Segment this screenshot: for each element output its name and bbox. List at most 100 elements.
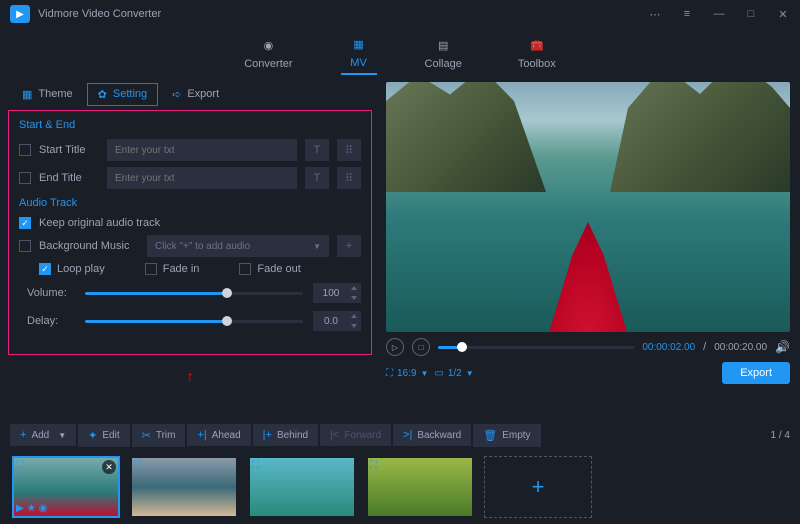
minimize-icon[interactable]: — <box>712 7 726 21</box>
edit-icon: ✦ <box>88 429 97 442</box>
loop-icon[interactable]: ◉ <box>39 503 48 514</box>
start-end-header: Start & End <box>19 119 361 131</box>
expand-icon[interactable]: ⛶ <box>252 460 259 471</box>
bg-music-checkbox[interactable] <box>19 240 31 252</box>
keep-original-checkbox[interactable] <box>19 217 31 229</box>
arrow-indicator-icon: ↑ <box>0 369 380 387</box>
thumbnail-4[interactable]: ⛶ <box>366 456 474 518</box>
feedback-icon[interactable]: ⋯ <box>648 7 662 21</box>
tab-mv[interactable]: ▦ MV <box>341 31 377 75</box>
empty-button[interactable]: 🗑Empty <box>473 424 540 447</box>
chevron-down-icon: ▼ <box>313 242 321 251</box>
video-preview[interactable] <box>386 82 790 332</box>
fade-in-checkbox[interactable] <box>145 263 157 275</box>
stop-button[interactable]: □ <box>412 338 430 356</box>
subtab-theme[interactable]: ▦ Theme <box>12 84 83 105</box>
behind-button[interactable]: |+Behind <box>253 424 318 446</box>
scissors-icon: ✂ <box>142 429 151 442</box>
expand-icon[interactable]: ⛶ <box>134 460 141 471</box>
expand-icon[interactable]: ⛶ <box>370 460 377 471</box>
add-button[interactable]: +Add▼ <box>10 424 76 446</box>
tab-converter[interactable]: ◉ Converter <box>236 32 300 74</box>
fade-out-checkbox[interactable] <box>239 263 251 275</box>
thumbnail-strip: ⛶ ✕ ▶★◉ ⛶ ⛶ ⛶ + <box>0 450 800 524</box>
behind-icon: |+ <box>263 429 272 441</box>
text-options-icon[interactable]: ⠿ <box>337 139 361 161</box>
end-title-checkbox[interactable] <box>19 172 31 184</box>
progress-slider[interactable] <box>438 346 634 349</box>
page-value: 1/2 <box>448 368 462 379</box>
text-options-icon[interactable]: ⠿ <box>337 167 361 189</box>
tab-toolbox[interactable]: 🧰 Toolbox <box>510 32 564 74</box>
subtab-label: Export <box>187 88 219 100</box>
page-indicator: 1 / 4 <box>771 430 790 441</box>
dropdown-placeholder: Click "+" to add audio <box>155 241 250 252</box>
page-selector[interactable]: ▭ 1/2 ▼ <box>434 368 473 379</box>
add-audio-button[interactable]: + <box>337 235 361 257</box>
delay-slider[interactable] <box>85 320 303 323</box>
remove-icon[interactable]: ✕ <box>102 460 116 474</box>
tab-collage[interactable]: ▤ Collage <box>417 32 470 74</box>
plus-icon: + <box>20 429 26 441</box>
fade-out-label: Fade out <box>257 263 300 275</box>
subtab-label: Theme <box>38 88 72 100</box>
play-button[interactable]: ▷ <box>386 338 404 356</box>
tab-label: Converter <box>244 58 292 70</box>
delay-spinner[interactable]: 0.0 <box>313 311 361 331</box>
star-icon[interactable]: ★ <box>27 503 36 514</box>
volume-slider[interactable] <box>85 292 303 295</box>
ahead-button[interactable]: +|Ahead <box>187 424 250 446</box>
tab-label: MV <box>350 57 367 69</box>
delay-label: Delay: <box>27 315 75 327</box>
export-button[interactable]: Export <box>722 362 790 384</box>
volume-icon[interactable]: 🔊 <box>775 340 790 354</box>
subtab-setting[interactable]: ✿ Setting <box>87 83 158 106</box>
aspect-value: 16:9 <box>397 368 416 379</box>
total-time: 00:00:20.00 <box>714 342 767 353</box>
add-clip-button[interactable]: + <box>484 456 592 518</box>
toolbox-icon: 🧰 <box>527 36 547 54</box>
start-title-checkbox[interactable] <box>19 144 31 156</box>
gear-icon: ✿ <box>98 88 107 101</box>
edit-button[interactable]: ✦Edit <box>78 424 129 447</box>
thumbnail-3[interactable]: ⛶ <box>248 456 356 518</box>
converter-icon: ◉ <box>258 36 278 54</box>
subtab-label: Setting <box>113 88 147 100</box>
theme-icon: ▦ <box>22 88 32 101</box>
forward-button[interactable]: |<Forward <box>320 424 391 446</box>
trim-button[interactable]: ✂Trim <box>132 424 186 447</box>
clip-toolbar: +Add▼ ✦Edit ✂Trim +|Ahead |+Behind |<For… <box>0 420 800 450</box>
volume-label: Volume: <box>27 287 75 299</box>
text-style-icon[interactable]: T <box>305 167 329 189</box>
start-title-input[interactable] <box>107 139 297 161</box>
loop-play-checkbox[interactable] <box>39 263 51 275</box>
bg-music-label: Background Music <box>39 240 139 252</box>
subtab-export[interactable]: ➪ Export <box>162 84 229 105</box>
end-title-input[interactable] <box>107 167 297 189</box>
titlebar: ▶ Vidmore Video Converter ⋯ ≡ — □ ✕ <box>0 0 800 28</box>
tab-label: Collage <box>425 58 462 70</box>
expand-icon[interactable]: ⛶ <box>16 460 23 471</box>
bg-music-dropdown[interactable]: Click "+" to add audio ▼ <box>147 235 329 257</box>
close-icon[interactable]: ✕ <box>776 7 790 21</box>
loop-play-label: Loop play <box>57 263 105 275</box>
maximize-icon[interactable]: □ <box>744 7 758 21</box>
volume-spinner[interactable]: 100 <box>313 283 361 303</box>
trash-icon: 🗑 <box>483 429 497 442</box>
ahead-icon: +| <box>197 429 206 441</box>
export-icon: ➪ <box>172 88 181 101</box>
app-logo-icon: ▶ <box>10 5 30 23</box>
backward-button[interactable]: >|Backward <box>393 424 471 446</box>
audio-track-header: Audio Track <box>19 197 361 209</box>
thumbnail-1[interactable]: ⛶ ✕ ▶★◉ <box>12 456 120 518</box>
collage-icon: ▤ <box>433 36 453 54</box>
thumbnail-2[interactable]: ⛶ <box>130 456 238 518</box>
menu-icon[interactable]: ≡ <box>680 7 694 21</box>
aspect-ratio-selector[interactable]: ⛶ 16:9 ▼ <box>386 368 428 379</box>
chevron-down-icon: ▼ <box>466 369 474 378</box>
play-icon[interactable]: ▶ <box>16 503 24 514</box>
backward-icon: >| <box>403 429 412 441</box>
aspect-icon: ⛶ <box>386 368 393 379</box>
text-style-icon[interactable]: T <box>305 139 329 161</box>
tab-label: Toolbox <box>518 58 556 70</box>
